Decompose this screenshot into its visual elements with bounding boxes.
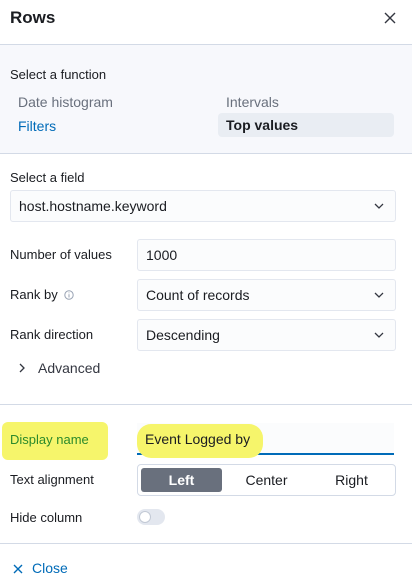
display-name-label: Display name [10, 432, 89, 447]
chevron-down-icon [374, 292, 384, 298]
rows-dimension-panel: Rows Select a function Date histogram In… [0, 0, 412, 584]
field-section-label: Select a field [10, 170, 85, 185]
display-name-value: Event Logged by [145, 431, 251, 447]
chevron-right-icon [19, 363, 25, 373]
close-button-label: Close [32, 560, 68, 576]
number-of-values-label: Number of values [10, 247, 112, 262]
field-select[interactable]: host.hostname.keyword [10, 190, 396, 222]
chevron-down-icon [374, 203, 384, 209]
hide-column-toggle[interactable] [137, 509, 165, 525]
advanced-label: Advanced [38, 360, 101, 376]
close-icon [13, 564, 23, 574]
function-section-label: Select a function [10, 67, 107, 82]
function-section: Select a function Date histogram Interva… [0, 44, 412, 154]
field-select-value: host.hostname.keyword [19, 198, 167, 214]
function-top-values[interactable]: Top values [218, 113, 394, 137]
divider [0, 404, 412, 405]
chevron-down-icon [374, 332, 384, 338]
function-filters[interactable]: Filters [18, 118, 56, 134]
rank-by-value: Count of records [146, 287, 250, 303]
align-right-button[interactable]: Right [309, 465, 394, 495]
text-alignment-label: Text alignment [10, 472, 94, 487]
rank-by-select[interactable]: Count of records [137, 279, 396, 311]
text-alignment-button-group: Left Center Right [137, 464, 396, 496]
function-top-values-label: Top values [226, 117, 299, 133]
rank-by-label-text: Rank by [10, 287, 58, 302]
hide-column-label: Hide column [10, 510, 83, 525]
panel-title: Rows [10, 8, 56, 27]
rank-direction-label: Rank direction [10, 327, 94, 342]
close-button[interactable]: Close [12, 560, 68, 576]
rank-direction-select[interactable]: Descending [137, 319, 396, 351]
panel-header: Rows [0, 0, 412, 44]
rank-by-label: Rank by [10, 287, 74, 302]
number-of-values-input[interactable]: 1000 [137, 239, 396, 271]
rank-direction-value: Descending [146, 327, 220, 343]
toggle-knob [139, 511, 151, 523]
info-icon[interactable] [64, 290, 74, 300]
close-icon[interactable] [382, 10, 398, 26]
advanced-toggle[interactable]: Advanced [16, 360, 100, 376]
align-left-button[interactable]: Left [141, 468, 222, 492]
panel-footer: Close [0, 543, 412, 584]
function-intervals[interactable]: Intervals [226, 94, 279, 110]
number-of-values-value: 1000 [146, 247, 178, 263]
function-date-histogram[interactable]: Date histogram [18, 94, 113, 110]
align-center-button[interactable]: Center [224, 465, 309, 495]
